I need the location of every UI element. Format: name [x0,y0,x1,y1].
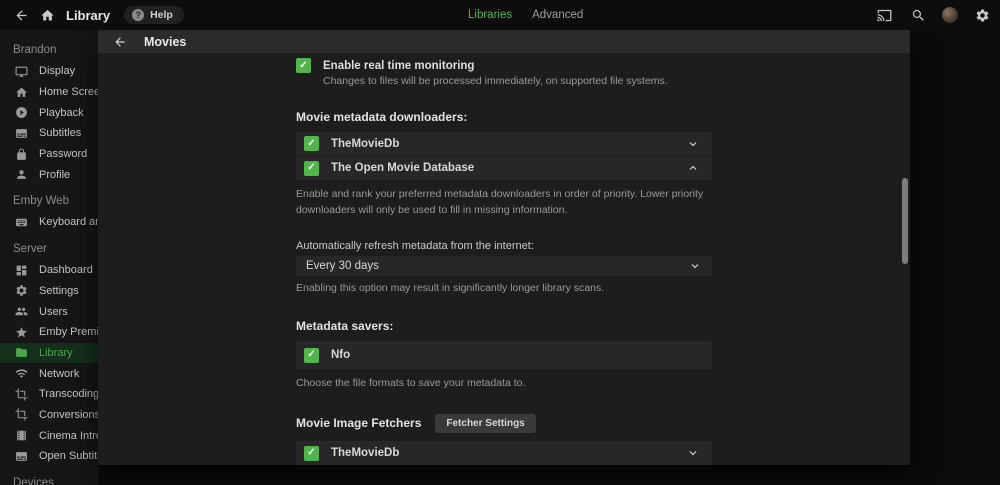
check-icon: ✓ [299,61,307,71]
monitor-icon [13,65,29,78]
metadata-downloaders-list: ✓ TheMovieDb ✓ The Open Movie Database [296,132,712,180]
fetcher-settings-button[interactable]: Fetcher Settings [435,414,535,433]
home-icon [40,8,55,23]
metadata-savers-description: Choose the file formats to save your met… [296,376,712,392]
realtime-monitoring-checkbox-row[interactable]: ✓ Enable real time monitoring [296,58,712,73]
home-icon [13,86,29,99]
chevron-up-icon[interactable] [686,161,700,175]
keyboard-icon [13,216,29,229]
image-fetchers-heading: Movie Image Fetchers [296,416,421,430]
scrollbar-thumb[interactable] [902,178,908,264]
checkbox-checked[interactable]: ✓ [304,136,319,151]
realtime-monitoring-label: Enable real time monitoring [323,60,474,72]
chevron-down-icon[interactable] [686,446,700,460]
help-icon: ? [132,9,144,21]
gear-icon [975,8,990,23]
refresh-metadata-description: Enabling this option may result in signi… [296,281,712,297]
image-fetchers-heading-row: Movie Image Fetchers Fetcher Settings [296,414,712,433]
users-icon [13,305,29,318]
list-item-themoviedb[interactable]: ✓ TheMovieDb [296,132,712,156]
dashboard-icon [13,264,29,277]
check-icon: ✓ [307,139,315,149]
subtitles-icon [13,127,29,140]
panel-title: Movies [144,35,186,49]
top-tabs: Libraries Advanced [468,0,583,30]
panel-back-button[interactable] [113,35,127,49]
settings-button[interactable] [972,2,992,28]
help-label: Help [150,9,173,21]
help-button[interactable]: ? Help [124,6,184,24]
cast-icon [877,8,892,23]
transcode-icon [13,388,29,401]
list-item-themoviedb[interactable]: ✓ TheMovieDb [296,441,712,465]
play-circle-icon [13,106,29,119]
check-icon: ✓ [307,448,315,458]
checkbox-checked[interactable]: ✓ [296,58,311,73]
person-icon [13,168,29,181]
cast-button[interactable] [874,2,894,28]
metadata-downloaders-heading: Movie metadata downloaders: [296,110,712,124]
arrow-left-icon [14,8,29,23]
list-item-open-movie-database[interactable]: ✓ The Open Movie Database [296,156,712,180]
back-button[interactable] [8,2,34,28]
metadata-downloaders-description: Enable and rank your preferred metadata … [296,187,712,219]
gear-icon [13,284,29,297]
realtime-monitoring-description: Changes to files will be processed immed… [323,74,712,90]
wifi-icon [13,367,29,380]
search-button[interactable] [908,2,928,28]
metadata-savers-heading: Metadata savers: [296,319,712,333]
metadata-savers-list: ✓ Nfo [296,341,712,369]
convert-icon [13,408,29,421]
emby-settings-screen: Library ? Help Libraries Advanced Brando… [0,0,1000,485]
lock-icon [13,148,29,161]
film-icon [13,429,29,442]
chevron-down-icon[interactable] [686,137,700,151]
top-bar: Library ? Help Libraries Advanced [0,0,1000,30]
checkbox-checked[interactable]: ✓ [304,161,319,176]
checkbox-checked[interactable]: ✓ [304,446,319,461]
refresh-interval-value: Every 30 days [306,260,688,272]
avatar[interactable] [942,7,958,23]
arrow-left-icon [113,35,127,49]
star-icon [13,326,29,339]
check-icon: ✓ [307,163,315,173]
image-fetchers-list: ✓ TheMovieDb ✓ The Open Movie Database ✓… [296,441,712,465]
check-icon: ✓ [307,350,315,360]
search-icon [911,8,926,23]
movies-settings-panel: Movies ✓ Enable real time monitoring Cha… [98,30,910,465]
refresh-interval-select[interactable]: Every 30 days [296,256,712,276]
list-item-nfo[interactable]: ✓ Nfo [296,341,712,369]
panel-header: Movies [98,30,910,53]
panel-body: ✓ Enable real time monitoring Changes to… [98,53,910,465]
app-title: Library [66,8,110,23]
subtitles-icon [13,450,29,463]
top-bar-actions [874,0,992,30]
tab-libraries[interactable]: Libraries [468,9,512,21]
background-strip [98,465,1000,485]
refresh-metadata-label: Automatically refresh metadata from the … [296,240,712,252]
checkbox-checked[interactable]: ✓ [304,348,319,363]
chevron-down-icon [688,259,702,273]
folder-icon [13,346,29,359]
home-button[interactable] [34,2,60,28]
tab-advanced[interactable]: Advanced [532,9,583,21]
